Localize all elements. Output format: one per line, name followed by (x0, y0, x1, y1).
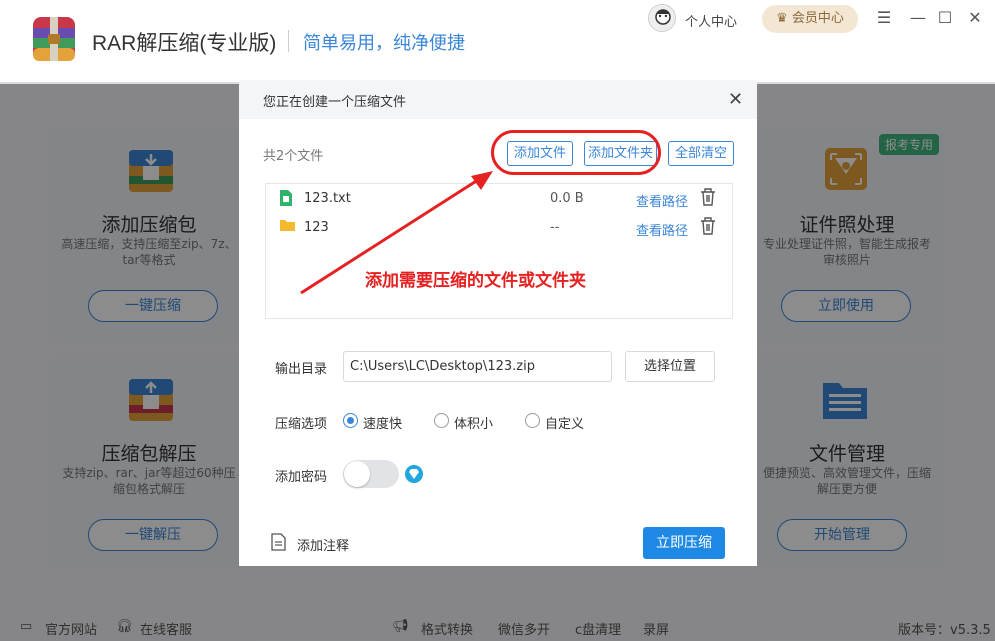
crown-icon: ♛ (776, 11, 788, 26)
output-dir-label: 输出目录 (275, 362, 328, 377)
choose-location-button[interactable]: 选择位置 (625, 351, 715, 382)
title-divider (288, 30, 289, 52)
radio-small[interactable] (434, 413, 449, 428)
highlight-ellipse (491, 130, 661, 175)
personal-center-link[interactable]: 个人中心 (685, 11, 737, 30)
avatar-icon (649, 5, 675, 31)
dialog-header: 您正在创建一个压缩文件 ✕ (239, 80, 757, 119)
dialog-title: 您正在创建一个压缩文件 (263, 95, 407, 110)
radio-custom-label[interactable]: 自定义 (545, 413, 584, 432)
password-toggle[interactable] (343, 460, 399, 488)
view-path-link[interactable]: 查看路径 (636, 191, 688, 210)
trash-icon[interactable] (700, 217, 716, 235)
file-size: -- (550, 220, 560, 235)
view-path-link[interactable]: 查看路径 (636, 220, 688, 239)
menu-icon[interactable]: ☰ (874, 8, 894, 28)
app-title: RAR解压缩(专业版) (92, 32, 277, 55)
close-icon[interactable]: ✕ (965, 8, 985, 28)
radio-fast-label[interactable]: 速度快 (363, 413, 402, 432)
vip-center-label: 会员中心 (791, 11, 844, 26)
note-icon (271, 533, 286, 551)
vip-center-button[interactable]: ♛ 会员中心 (762, 5, 858, 33)
dialog-close-icon[interactable]: ✕ (728, 89, 743, 110)
vip-diamond-icon (405, 465, 423, 483)
compress-options-label: 压缩选项 (275, 417, 328, 432)
radio-small-label[interactable]: 体积小 (454, 413, 493, 432)
password-label: 添加密码 (275, 470, 328, 485)
add-comment-link[interactable]: 添加注释 (297, 535, 349, 554)
annotation-text: 添加需要压缩的文件或文件夹 (365, 271, 586, 291)
app-logo-icon (33, 17, 75, 61)
output-path-input[interactable]: C:\Users\LC\Desktop\123.zip (343, 351, 612, 382)
folder-icon (280, 220, 295, 231)
title-bar: RAR解压缩(专业版) 简单易用，纯净便捷 个人中心 ♛ 会员中心 ☰ — ☐ … (0, 0, 995, 84)
radio-custom[interactable] (525, 413, 540, 428)
trash-icon[interactable] (700, 188, 716, 206)
minimize-icon[interactable]: — (908, 8, 928, 28)
app-slogan: 简单易用，纯净便捷 (303, 33, 465, 54)
file-count-label: 共2个文件 (263, 149, 324, 164)
file-size: 0.0 B (550, 191, 584, 206)
clear-all-button[interactable]: 全部清空 (668, 141, 734, 166)
avatar[interactable] (648, 4, 676, 32)
compress-now-button[interactable]: 立即压缩 (643, 527, 725, 559)
create-archive-dialog: 您正在创建一个压缩文件 ✕ 共2个文件 添加文件 添加文件夹 全部清空 123.… (239, 80, 757, 566)
text-file-icon (280, 190, 292, 206)
radio-fast[interactable] (343, 413, 358, 428)
maximize-icon[interactable]: ☐ (935, 8, 955, 28)
